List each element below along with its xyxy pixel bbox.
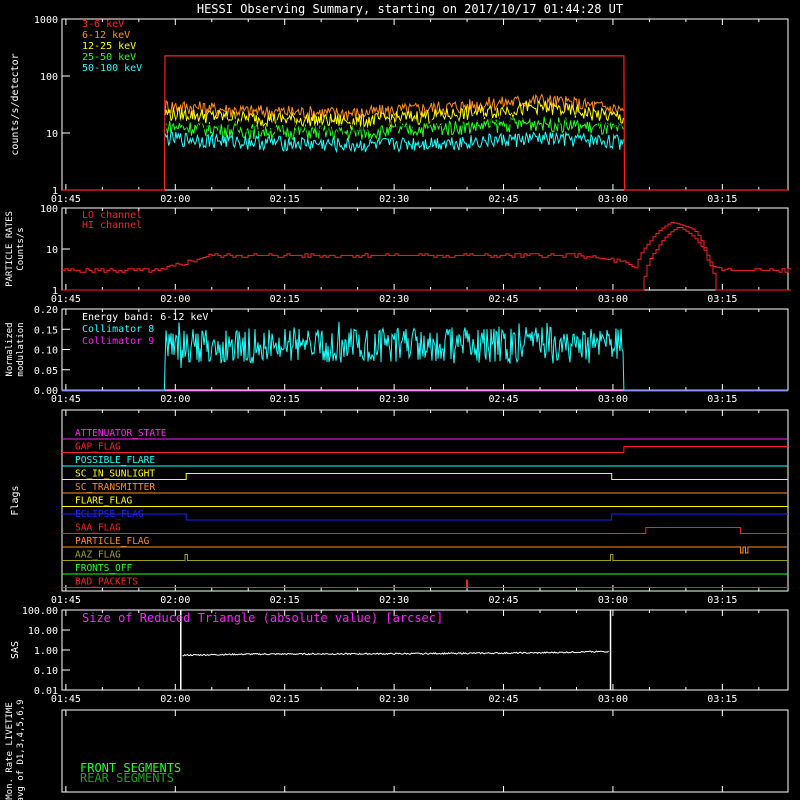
legend-collimator-9: Collimator 9 [82, 336, 154, 347]
sas-y-label: SAS [10, 641, 21, 659]
flag-fronts-off-label: FRONTS_OFF [75, 563, 132, 574]
flags-x-tick-label: 03:00 [598, 595, 628, 606]
flag-sc-in-sunlight-label: SC_IN_SUNLIGHT [75, 469, 155, 480]
count-rates-y-tick-label: 100 [40, 72, 58, 83]
particle-rates-x-tick-label: 02:45 [488, 294, 518, 305]
sas-x-tick-label: 03:15 [707, 694, 737, 705]
count-rates-x-tick-label: 03:00 [598, 194, 628, 205]
modulation-y-tick-label: 0.10 [34, 346, 58, 357]
modulation-y-label: modulation [16, 322, 26, 376]
modulation-annotation: Energy band: 6-12 keV [82, 312, 208, 323]
observing-summary-chart: HESSI Observing Summary, starting on 201… [0, 0, 800, 800]
modulation-y-tick-label: 0.05 [34, 366, 58, 377]
flag-eclipse-flag-label: ECLIPSE_FLAG [75, 509, 144, 520]
count-rates-y-tick-label: 1 [52, 186, 58, 197]
sas-y-tick-label: 0.10 [34, 666, 58, 677]
flag-gap-flag-label: GAP_FLAG [75, 442, 121, 453]
flag-particle-flag-label: PARTICLE_FLAG [75, 536, 150, 547]
modulation-y-label: Normalized [5, 322, 15, 376]
sas-annotation: Size of Reduced Triangle (absolute value… [82, 611, 443, 625]
livetime-y-label: avg of D1,3,4,5,6,9 [16, 700, 26, 800]
sas-y-tick-label: 0.01 [34, 686, 58, 697]
flag-aaz-flag-label: AAZ_FLAG [75, 550, 121, 561]
sas-y-tick-label: 100.00 [22, 606, 58, 617]
flags-x-tick-label: 02:45 [488, 595, 518, 606]
sas-x-tick-label: 02:15 [270, 694, 300, 705]
flags-x-tick-label: 01:45 [51, 595, 81, 606]
particle-rates-y-label: PARTICLE RATES [5, 211, 15, 287]
modulation-y-tick-label: 0.20 [34, 305, 58, 316]
modulation-x-tick-label: 02:30 [379, 394, 409, 405]
count-rates-y-tick-label: 10 [46, 129, 58, 140]
flag-saa-flag-label: SAA_FLAG [75, 523, 121, 534]
particle-rates-x-tick-label: 03:15 [707, 294, 737, 305]
particle-rates-x-tick-label: 03:00 [598, 294, 628, 305]
modulation-x-tick-label: 03:15 [707, 394, 737, 405]
modulation-x-tick-label: 02:15 [270, 394, 300, 405]
legend-25-50-kev: 25-50 keV [82, 52, 136, 63]
count-rates-y-tick-label: 1000 [34, 15, 58, 26]
particle-rates-x-tick-label: 02:00 [160, 294, 190, 305]
flags-x-tick-label: 02:30 [379, 595, 409, 606]
sas-x-tick-label: 02:30 [379, 694, 409, 705]
particle-rates-y-label: Counts/s [16, 227, 26, 270]
legend-rear-segments: REAR SEGMENTS [80, 771, 174, 785]
particle-rates-x-tick-label: 02:15 [270, 294, 300, 305]
sas-x-tick-label: 02:45 [488, 694, 518, 705]
flag-bad-packets-label: BAD_PACKETS [75, 577, 138, 588]
modulation-x-tick-label: 03:00 [598, 394, 628, 405]
modulation-y-tick-label: 0.15 [34, 325, 58, 336]
modulation-y-tick-label: 0.00 [34, 386, 58, 397]
legend-hi-channel: HI channel [82, 220, 142, 231]
flags-x-tick-label: 02:15 [270, 595, 300, 606]
count-rates-y-label: counts/s/detector [10, 53, 21, 155]
flag-attenuator-state-label: ATTENUATOR_STATE [75, 428, 167, 439]
chart-title: HESSI Observing Summary, starting on 201… [197, 2, 623, 16]
particle-rates-y-tick-label: 10 [46, 245, 58, 256]
count-rates-x-tick-label: 03:15 [707, 194, 737, 205]
sas-y-tick-label: 1.00 [34, 646, 58, 657]
particle-rates-y-tick-label: 1 [52, 286, 58, 297]
legend-collimator-8: Collimator 8 [82, 324, 154, 335]
modulation-x-tick-label: 02:45 [488, 394, 518, 405]
legend-6-12-kev: 6-12 keV [82, 30, 130, 41]
flags-x-tick-label: 03:15 [707, 595, 737, 606]
livetime-y-label: Mon. Rate LIVETIME [5, 702, 15, 800]
count-rates-x-tick-label: 02:15 [270, 194, 300, 205]
sas-y-tick-label: 10.00 [28, 626, 58, 637]
legend-12-25-kev: 12-25 keV [82, 41, 136, 52]
legend-3-6-kev: 3-6 keV [82, 19, 124, 30]
flag-sc-transmitter-label: SC_TRANSMITTER [75, 482, 155, 493]
sas-x-tick-label: 03:00 [598, 694, 628, 705]
flag-possible-flare-label: POSSIBLE_FLARE [75, 455, 155, 466]
legend-50-100-kev: 50-100 keV [82, 63, 142, 74]
flag-flare-flag-label: FLARE_FLAG [75, 496, 132, 507]
count-rates-x-tick-label: 02:45 [488, 194, 518, 205]
modulation-x-tick-label: 02:00 [160, 394, 190, 405]
particle-rates-y-tick-label: 100 [40, 204, 58, 215]
flags-x-tick-label: 02:00 [160, 595, 190, 606]
count-rates-x-tick-label: 02:00 [160, 194, 190, 205]
count-rates-x-tick-label: 02:30 [379, 194, 409, 205]
flags-y-label: Flags [10, 485, 21, 515]
particle-rates-x-tick-label: 02:30 [379, 294, 409, 305]
sas-x-tick-label: 02:00 [160, 694, 190, 705]
